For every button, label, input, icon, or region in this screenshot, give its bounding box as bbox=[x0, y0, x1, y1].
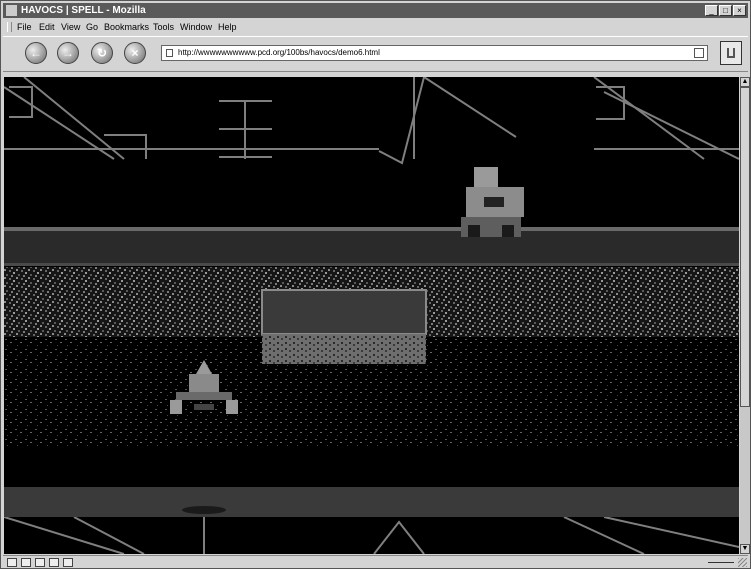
back-arrow-icon: ← bbox=[30, 46, 42, 60]
resize-grip-icon[interactable] bbox=[738, 558, 747, 567]
menu-view[interactable]: View bbox=[61, 21, 80, 33]
mail-icon[interactable] bbox=[21, 558, 31, 567]
scroll-up-arrow-icon[interactable]: ▲ bbox=[740, 77, 750, 87]
menu-bar: File Edit View Go Bookmarks Tools Window… bbox=[3, 19, 748, 35]
menu-help[interactable]: Help bbox=[218, 21, 237, 33]
menu-edit[interactable]: Edit bbox=[39, 21, 55, 33]
chat-icon[interactable] bbox=[49, 558, 59, 567]
composer-icon[interactable] bbox=[35, 558, 45, 567]
scroll-down-arrow-icon[interactable]: ▼ bbox=[740, 544, 750, 554]
page-content bbox=[4, 77, 739, 554]
url-input[interactable]: http://wwwwwwwwww.pcd.org/100bs/havocs/d… bbox=[161, 45, 708, 61]
reload-button[interactable]: ↻ bbox=[91, 42, 113, 64]
minimize-button[interactable]: _ bbox=[705, 5, 718, 16]
maximize-button[interactable]: □ bbox=[719, 5, 732, 16]
back-button[interactable]: ← bbox=[25, 42, 47, 64]
status-bar bbox=[3, 555, 748, 569]
road-upper bbox=[4, 229, 739, 263]
vertical-scrollbar[interactable]: ▲ ▼ bbox=[740, 77, 750, 554]
platform-block bbox=[261, 289, 427, 364]
menu-bookmarks[interactable]: Bookmarks bbox=[104, 21, 149, 33]
forward-button[interactable]: → bbox=[57, 42, 79, 64]
menu-file[interactable]: File bbox=[17, 21, 32, 33]
address-book-icon[interactable] bbox=[63, 558, 73, 567]
online-status-icon bbox=[708, 558, 734, 567]
bookmark-icon[interactable] bbox=[694, 48, 704, 58]
reload-icon: ↻ bbox=[96, 46, 108, 60]
menu-tools[interactable]: Tools bbox=[153, 21, 174, 33]
close-button[interactable]: × bbox=[733, 5, 746, 16]
game-canvas[interactable] bbox=[4, 77, 739, 554]
title-bar: HAVOCS | SPELL - Mozilla _ □ × bbox=[3, 3, 748, 18]
navigation-toolbar: ← → ↻ × http://wwwwwwwwww.pcd.org/100bs/… bbox=[3, 36, 748, 72]
menu-window[interactable]: Window bbox=[180, 21, 212, 33]
forward-arrow-icon: → bbox=[62, 46, 74, 60]
scrollbar-thumb[interactable] bbox=[740, 87, 750, 407]
mozilla-app-icon bbox=[6, 5, 17, 16]
url-text: http://wwwwwwwwww.pcd.org/100bs/havocs/d… bbox=[178, 48, 380, 57]
stop-icon: × bbox=[131, 46, 139, 60]
navigator-icon[interactable] bbox=[7, 558, 17, 567]
stop-button[interactable]: × bbox=[124, 42, 146, 64]
menu-grip-icon bbox=[7, 22, 12, 32]
window-title: HAVOCS | SPELL - Mozilla bbox=[21, 5, 146, 16]
mozilla-throbber-icon[interactable] bbox=[720, 41, 742, 65]
page-icon bbox=[166, 49, 173, 57]
menu-go[interactable]: Go bbox=[86, 21, 98, 33]
road-lower bbox=[4, 487, 739, 517]
browser-window: HAVOCS | SPELL - Mozilla _ □ × File Edit… bbox=[0, 0, 751, 569]
